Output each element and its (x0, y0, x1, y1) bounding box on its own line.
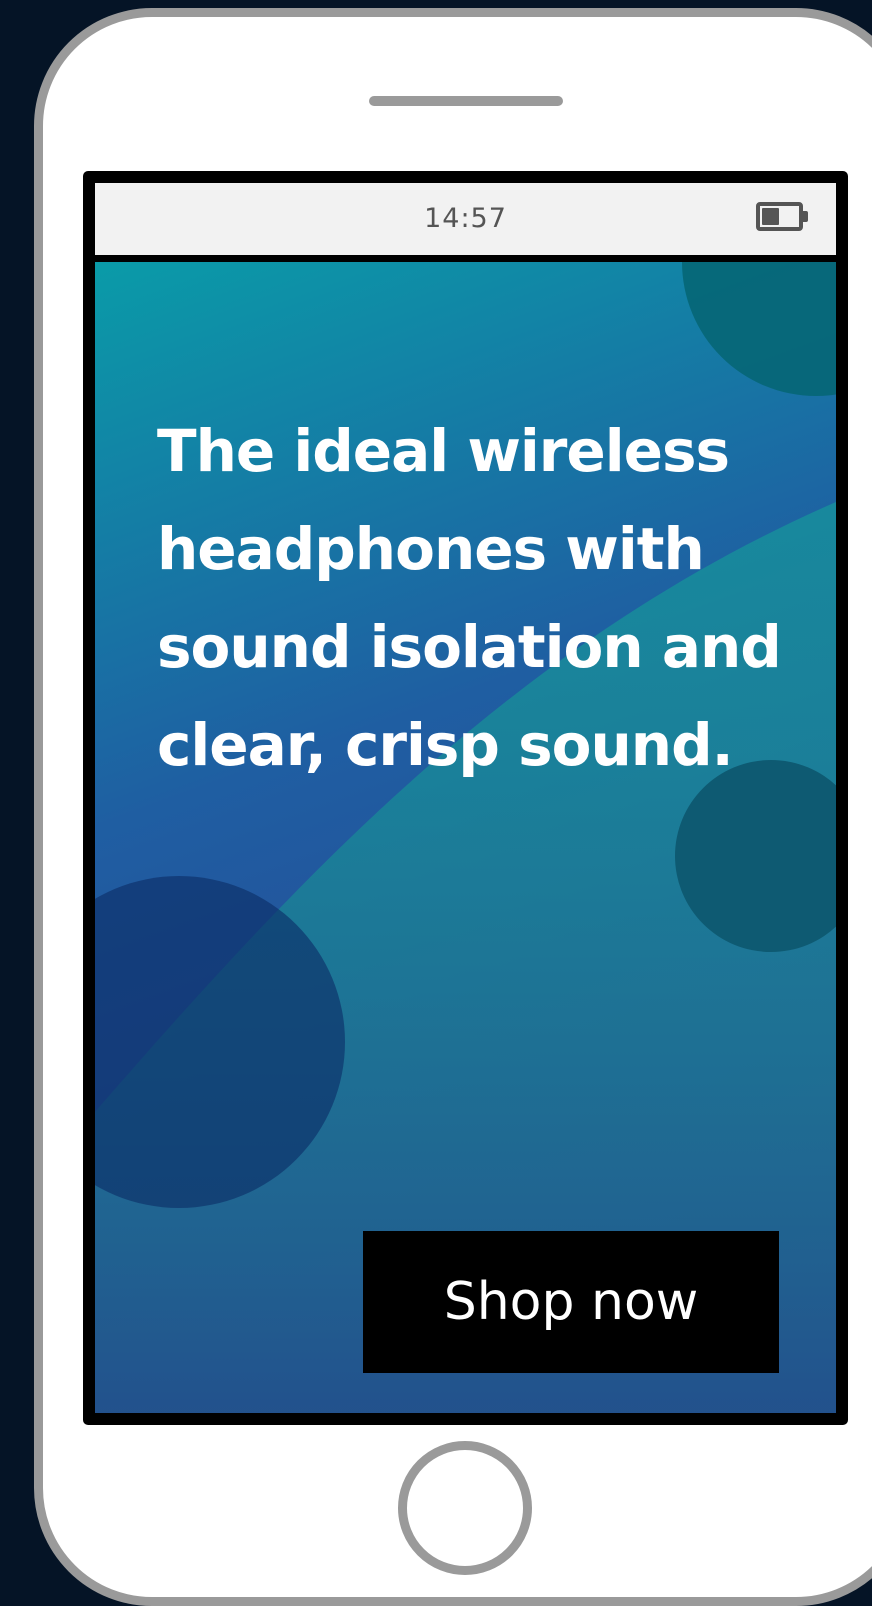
shop-now-button[interactable]: Shop now (363, 1231, 779, 1373)
phone-speaker (369, 96, 563, 106)
canvas: 14:57 The ideal wireless headphones with… (0, 0, 872, 1606)
home-button[interactable] (398, 1441, 532, 1575)
decor-circle-top-right (682, 262, 836, 396)
status-bar: 14:57 (95, 183, 836, 255)
ad-banner: The ideal wireless headphones with sound… (95, 262, 836, 1413)
ad-headline: The ideal wireless headphones with sound… (157, 417, 782, 779)
battery-icon (756, 202, 808, 231)
status-time: 14:57 (424, 203, 507, 234)
